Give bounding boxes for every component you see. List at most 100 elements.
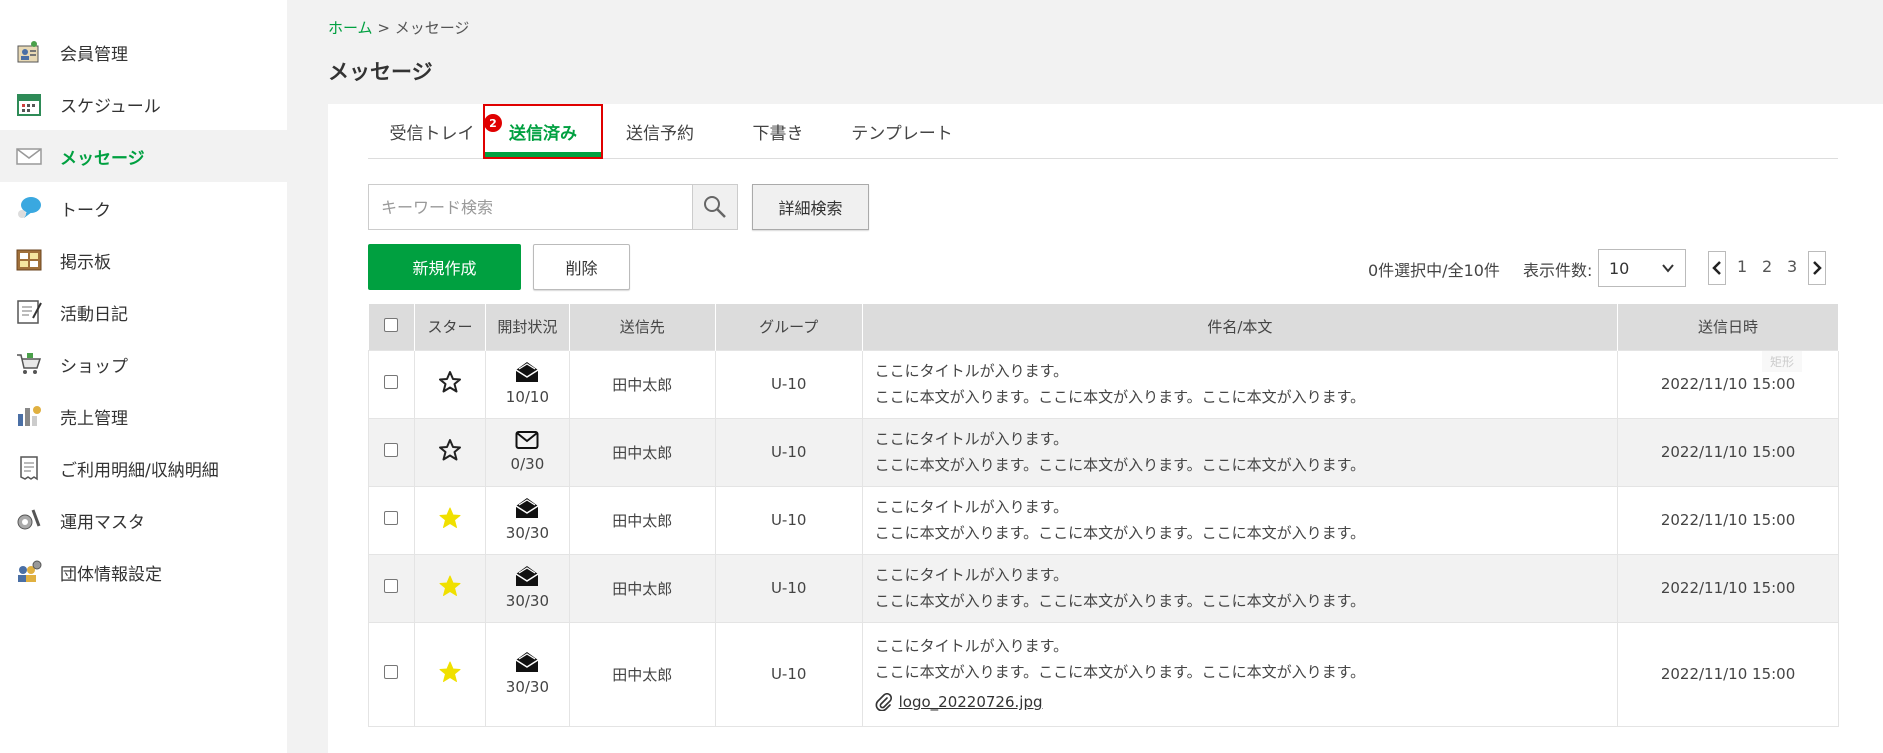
- sidebar-item-label: 売上管理: [60, 408, 128, 429]
- tab-scheduled[interactable]: 送信予約: [617, 104, 703, 159]
- star-filled-icon[interactable]: [438, 660, 462, 684]
- date-cell: 2022/11/10 15:00: [1617, 621, 1839, 727]
- unopened-envelope-icon: [515, 431, 539, 449]
- sidebar-item-diary[interactable]: 活動日記: [0, 286, 287, 338]
- open-status-cell: 10/10: [484, 349, 570, 419]
- sidebar-item-label: メッセージ: [60, 148, 145, 169]
- breadcrumb-current: メッセージ: [394, 19, 470, 37]
- tab-drafts[interactable]: 下書き: [738, 104, 818, 159]
- message-title: ここにタイトルが入ります。: [874, 637, 1069, 655]
- sidebar-item-group-settings[interactable]: 団体情報設定: [0, 546, 287, 598]
- sidebar-item-label: 掲示板: [60, 252, 111, 273]
- row-checkbox-cell: [368, 553, 415, 623]
- chat-icon: [14, 193, 44, 223]
- opened-envelope-icon: [515, 498, 539, 518]
- sidebar-item-master[interactable]: 運用マスタ: [0, 494, 287, 546]
- row-checkbox[interactable]: [384, 579, 399, 593]
- open-count: 10/10: [505, 388, 550, 406]
- tab-label: 受信トレイ: [389, 124, 475, 144]
- row-checkbox[interactable]: [384, 511, 399, 525]
- sidebar-item-talk[interactable]: トーク: [0, 182, 287, 234]
- tab-label: 送信予約: [626, 124, 694, 144]
- sidebar-item-members[interactable]: 会員管理: [0, 26, 287, 78]
- message-table: スター 開封状況 送信先 グループ 件名/本文 送信日時 10/10 田中太郎 …: [368, 304, 1839, 727]
- open-status-cell: 30/30: [484, 553, 570, 623]
- calendar-icon: [14, 89, 44, 119]
- row-checkbox[interactable]: [384, 443, 399, 457]
- message-body: ここに本文が入ります。ここに本文が入ります。ここに本文が入ります。: [874, 524, 1366, 542]
- row-checkbox[interactable]: [384, 375, 399, 389]
- open-count: 30/30: [505, 524, 550, 542]
- select-all-header: [368, 304, 415, 350]
- main-content: ホーム > メッセージ メッセージ 受信トレイ 2 送信済み 送信予約 下書き …: [287, 0, 1883, 753]
- select-all-checkbox[interactable]: [384, 317, 399, 332]
- prev-page-button[interactable]: [1708, 251, 1726, 285]
- star-filled-icon[interactable]: [438, 506, 462, 530]
- page-number[interactable]: 1: [1737, 257, 1747, 276]
- per-page-select[interactable]: 10: [1598, 249, 1686, 287]
- star-cell: [413, 417, 486, 487]
- star-filled-icon[interactable]: [438, 574, 462, 598]
- column-header[interactable]: 件名/本文: [862, 304, 1619, 350]
- sidebar-item-label: 運用マスタ: [60, 512, 145, 533]
- sidebar-item-schedule[interactable]: スケジュール: [0, 78, 287, 130]
- date-cell: 2022/11/10 15:00: [1617, 485, 1839, 555]
- table-row[interactable]: 0/30 田中太郎 U-10 ここにタイトルが入ります。 ここに本文が入ります。こ…: [368, 417, 1839, 487]
- delete-button[interactable]: 削除: [533, 244, 630, 290]
- advanced-search-button[interactable]: 詳細検索: [752, 184, 869, 230]
- star-cell: [413, 553, 486, 623]
- message-panel: 受信トレイ 2 送信済み 送信予約 下書き テンプレート 詳細検索 新規作成: [328, 104, 1883, 753]
- row-checkbox-cell: [368, 417, 415, 487]
- breadcrumb-home-link[interactable]: ホーム: [328, 19, 373, 37]
- tab-templates[interactable]: テンプレート: [847, 104, 957, 159]
- sidebar-item-label: トーク: [60, 200, 111, 221]
- envelope-icon: [14, 141, 44, 171]
- tools-icon: [14, 505, 44, 535]
- new-message-button[interactable]: 新規作成: [368, 244, 521, 290]
- column-header[interactable]: 開封状況: [485, 304, 570, 350]
- sidebar-item-messages[interactable]: メッセージ: [0, 130, 287, 182]
- column-header[interactable]: 送信先: [569, 304, 716, 350]
- sidebar-item-label: スケジュール: [60, 96, 161, 117]
- page-number[interactable]: 3: [1787, 257, 1797, 276]
- column-header[interactable]: 送信日時: [1617, 304, 1839, 350]
- overlay-label: 矩形: [1762, 351, 1803, 372]
- sidebar-item-shop[interactable]: ショップ: [0, 338, 287, 390]
- open-status-cell: 30/30: [484, 485, 570, 555]
- attachment-link[interactable]: logo_20220726.jpg: [899, 689, 1043, 715]
- table-row[interactable]: 30/30 田中太郎 U-10 ここにタイトルが入ります。 ここに本文が入ります。…: [368, 621, 1839, 727]
- group-cell: U-10: [714, 349, 863, 419]
- sidebar-item-board[interactable]: 掲示板: [0, 234, 287, 286]
- opened-envelope-icon: [515, 362, 539, 382]
- cart-icon: [14, 349, 44, 379]
- search-input[interactable]: [369, 185, 692, 229]
- tab-inbox[interactable]: 受信トレイ 2: [382, 104, 502, 159]
- row-checkbox-cell: [368, 349, 415, 419]
- row-checkbox-cell: [368, 621, 415, 727]
- star-outline-icon[interactable]: [438, 370, 462, 394]
- tab-label: 下書き: [752, 124, 804, 144]
- star-cell: [413, 621, 486, 727]
- page-title: メッセージ: [328, 60, 433, 84]
- star-cell: [413, 485, 486, 555]
- column-header[interactable]: グループ: [715, 304, 863, 350]
- open-count: 30/30: [505, 592, 550, 610]
- row-checkbox[interactable]: [384, 665, 399, 679]
- sidebar-item-billing[interactable]: ご利用明細/収納明細: [0, 442, 287, 494]
- attachment: logo_20220726.jpg: [875, 689, 1617, 715]
- search-button[interactable]: [692, 185, 737, 229]
- star-outline-icon[interactable]: [438, 438, 462, 462]
- table-row[interactable]: 30/30 田中太郎 U-10 ここにタイトルが入ります。 ここに本文が入ります。…: [368, 553, 1839, 623]
- column-header[interactable]: スター: [414, 304, 486, 350]
- sidebar-item-label: ショップ: [60, 356, 128, 377]
- tab-sent[interactable]: 送信済み: [483, 104, 603, 159]
- table-row[interactable]: 30/30 田中太郎 U-10 ここにタイトルが入ります。 ここに本文が入ります。…: [368, 485, 1839, 555]
- group-settings-icon: [14, 557, 44, 587]
- next-page-button[interactable]: [1808, 251, 1826, 285]
- message-title: ここにタイトルが入ります。: [874, 362, 1069, 380]
- chevron-left-icon: [1712, 261, 1721, 275]
- sidebar-item-sales[interactable]: 売上管理: [0, 390, 287, 442]
- group-cell: U-10: [714, 417, 863, 487]
- table-row[interactable]: 10/10 田中太郎 U-10 ここにタイトルが入ります。 ここに本文が入ります。…: [368, 349, 1839, 419]
- page-number[interactable]: 2: [1762, 257, 1772, 276]
